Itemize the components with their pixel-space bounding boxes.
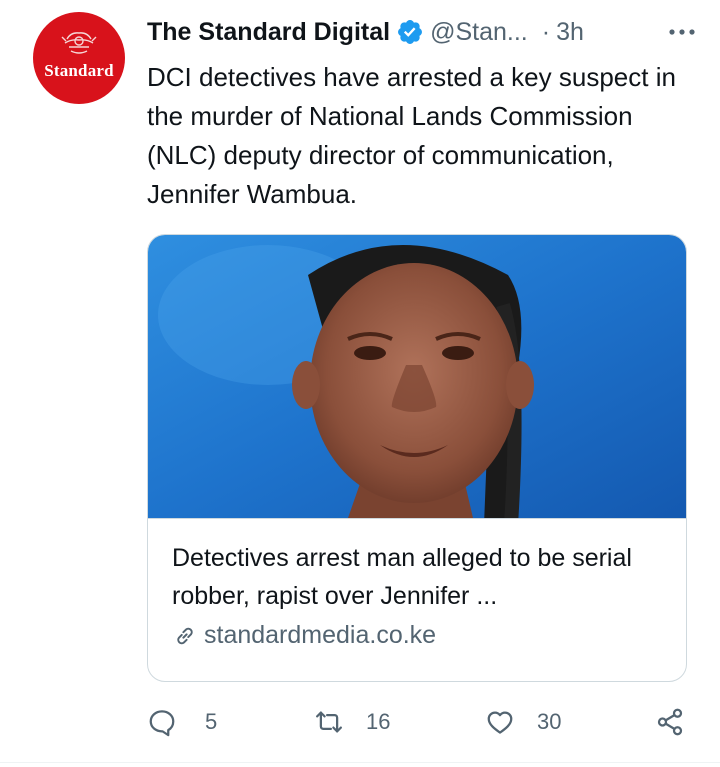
- more-icon[interactable]: [664, 20, 700, 44]
- tweet-text: DCI detectives have arrested a key suspe…: [147, 62, 676, 209]
- action-bar: 5 16 30: [147, 700, 692, 744]
- share-button[interactable]: [655, 700, 685, 744]
- retweet-button[interactable]: 16: [314, 700, 390, 744]
- link-icon: [177, 627, 193, 644]
- card-divider: [148, 518, 686, 519]
- separator-dot: ·: [541, 17, 551, 46]
- card-domain-text: standardmedia.co.ke: [204, 621, 437, 649]
- like-count: 30: [537, 709, 562, 734]
- reply-count: 5: [205, 709, 218, 734]
- retweet-icon: [316, 711, 342, 733]
- display-name[interactable]: The Standard Digital: [147, 18, 390, 47]
- avatar[interactable]: Standard: [33, 12, 125, 104]
- timestamp[interactable]: 3h: [556, 18, 584, 47]
- tweet-header: The Standard Digital @Stan... · 3h: [147, 14, 700, 50]
- handle[interactable]: @Stan...: [430, 18, 528, 47]
- verified-badge-icon: [398, 20, 423, 44]
- crest-icon: [61, 32, 97, 54]
- reply-button[interactable]: 5: [147, 700, 217, 744]
- card-domain[interactable]: standardmedia.co.ke: [172, 621, 436, 650]
- divider: [0, 762, 720, 763]
- card-image[interactable]: [148, 235, 686, 518]
- like-button[interactable]: 30: [485, 700, 561, 744]
- card-title[interactable]: Detectives arrest man alleged to be seri…: [172, 539, 672, 615]
- avatar-logo-text: Standard: [44, 61, 114, 80]
- reply-icon: [149, 710, 175, 737]
- share-icon: [657, 708, 683, 736]
- link-card[interactable]: Detectives arrest man alleged to be seri…: [147, 234, 687, 682]
- like-icon: [487, 711, 513, 734]
- retweet-count: 16: [366, 709, 391, 734]
